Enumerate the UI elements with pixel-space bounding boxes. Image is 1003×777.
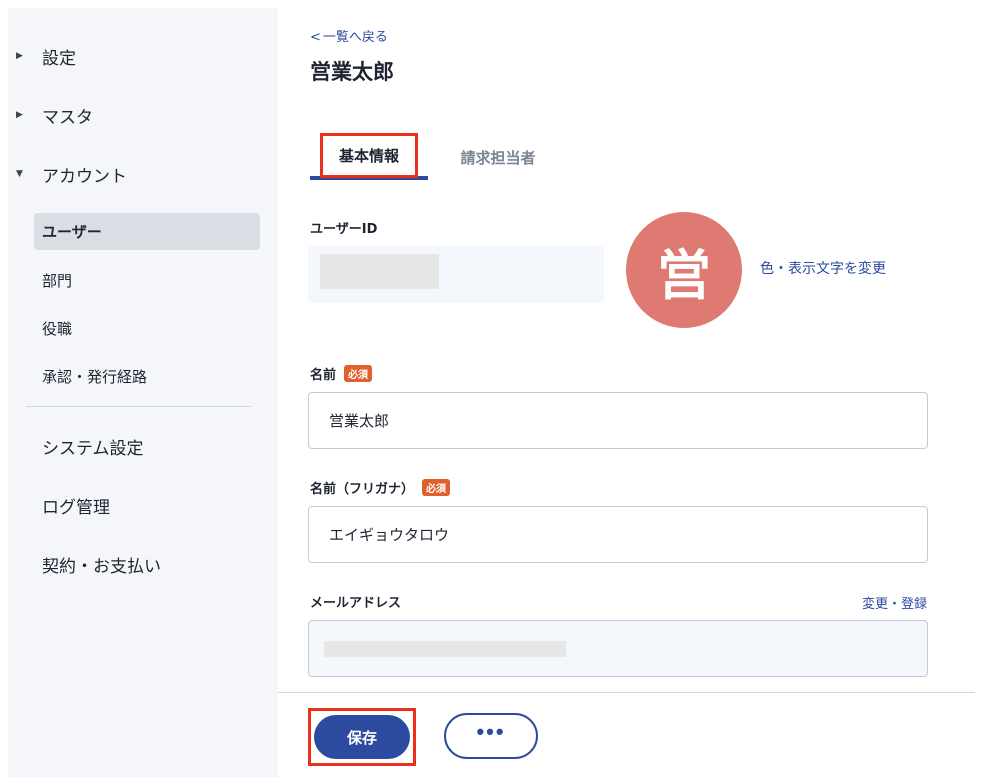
chevron-left-icon: < <box>310 30 321 45</box>
email-field <box>308 620 928 677</box>
sidebar-item-positions[interactable]: 役職 <box>34 310 260 347</box>
sidebar-group-master[interactable]: ▶ マスタ <box>8 95 278 135</box>
footer-actions: 保存 ••• <box>278 692 975 777</box>
sidebar-divider <box>26 406 251 407</box>
tab-label: 基本情報 <box>319 132 418 178</box>
sidebar-item-approval-routes[interactable]: 承認・発行経路 <box>34 358 260 395</box>
furigana-input[interactable] <box>308 506 928 563</box>
required-badge: 必須 <box>344 365 373 382</box>
required-badge: 必須 <box>422 479 451 496</box>
user-id-label: ユーザーID <box>310 222 378 237</box>
redacted-value <box>324 641 566 657</box>
redacted-value <box>320 254 439 289</box>
name-input[interactable] <box>308 392 928 449</box>
save-button[interactable]: 保存 <box>314 715 410 759</box>
sidebar-group-account[interactable]: ▼ アカウント <box>8 154 278 194</box>
sidebar-group-settings[interactable]: ▶ 設定 <box>8 36 278 76</box>
sidebar-item-label: ログ管理 <box>42 497 110 518</box>
sidebar-item-label: システム設定 <box>42 438 144 459</box>
email-label: メールアドレス <box>310 596 402 611</box>
back-to-list-link[interactable]: < 一覧へ戻る <box>310 26 388 45</box>
save-button-highlight: 保存 <box>308 708 416 766</box>
tab-basic-info[interactable]: 基本情報 <box>310 132 428 180</box>
main-content: < 一覧へ戻る 営業太郎 基本情報 請求担当者 ユーザーID 営 色・表示文字を変… <box>278 0 975 777</box>
name-label: 名前 必須 <box>310 364 373 383</box>
sidebar-group-label: アカウント <box>42 166 127 187</box>
user-id-field <box>308 246 604 303</box>
triangle-right-icon: ▶ <box>16 51 23 61</box>
triangle-down-icon: ▼ <box>16 169 23 179</box>
tab-billing-contact[interactable]: 請求担当者 <box>450 134 546 180</box>
sidebar-group-label: マスタ <box>42 107 93 128</box>
sidebar-item-departments[interactable]: 部門 <box>34 262 260 299</box>
avatar: 営 <box>626 212 742 328</box>
sidebar-item-system-settings[interactable]: システム設定 <box>8 426 278 466</box>
sidebar-item-users[interactable]: ユーザー <box>34 213 260 250</box>
sidebar-item-logs[interactable]: ログ管理 <box>8 485 278 525</box>
sidebar-item-label: 契約・お支払い <box>42 556 161 577</box>
triangle-right-icon: ▶ <box>16 110 23 120</box>
sidebar-item-contract-payment[interactable]: 契約・お支払い <box>8 544 278 584</box>
tab-label: 請求担当者 <box>460 148 536 167</box>
sidebar-group-label: 設定 <box>42 48 76 69</box>
more-options-button[interactable]: ••• <box>444 713 538 759</box>
furigana-label: 名前（フリガナ） 必須 <box>310 478 451 497</box>
page-title: 営業太郎 <box>310 60 394 84</box>
back-link-label: 一覧へ戻る <box>322 30 388 45</box>
sidebar: ▶ 設定 ▶ マスタ ▼ アカウント ユーザー 部門 役職 承認・発行経路 シス… <box>8 8 278 777</box>
change-avatar-link[interactable]: 色・表示文字を変更 <box>760 258 886 278</box>
change-email-link[interactable]: 変更・登録 <box>862 593 927 612</box>
